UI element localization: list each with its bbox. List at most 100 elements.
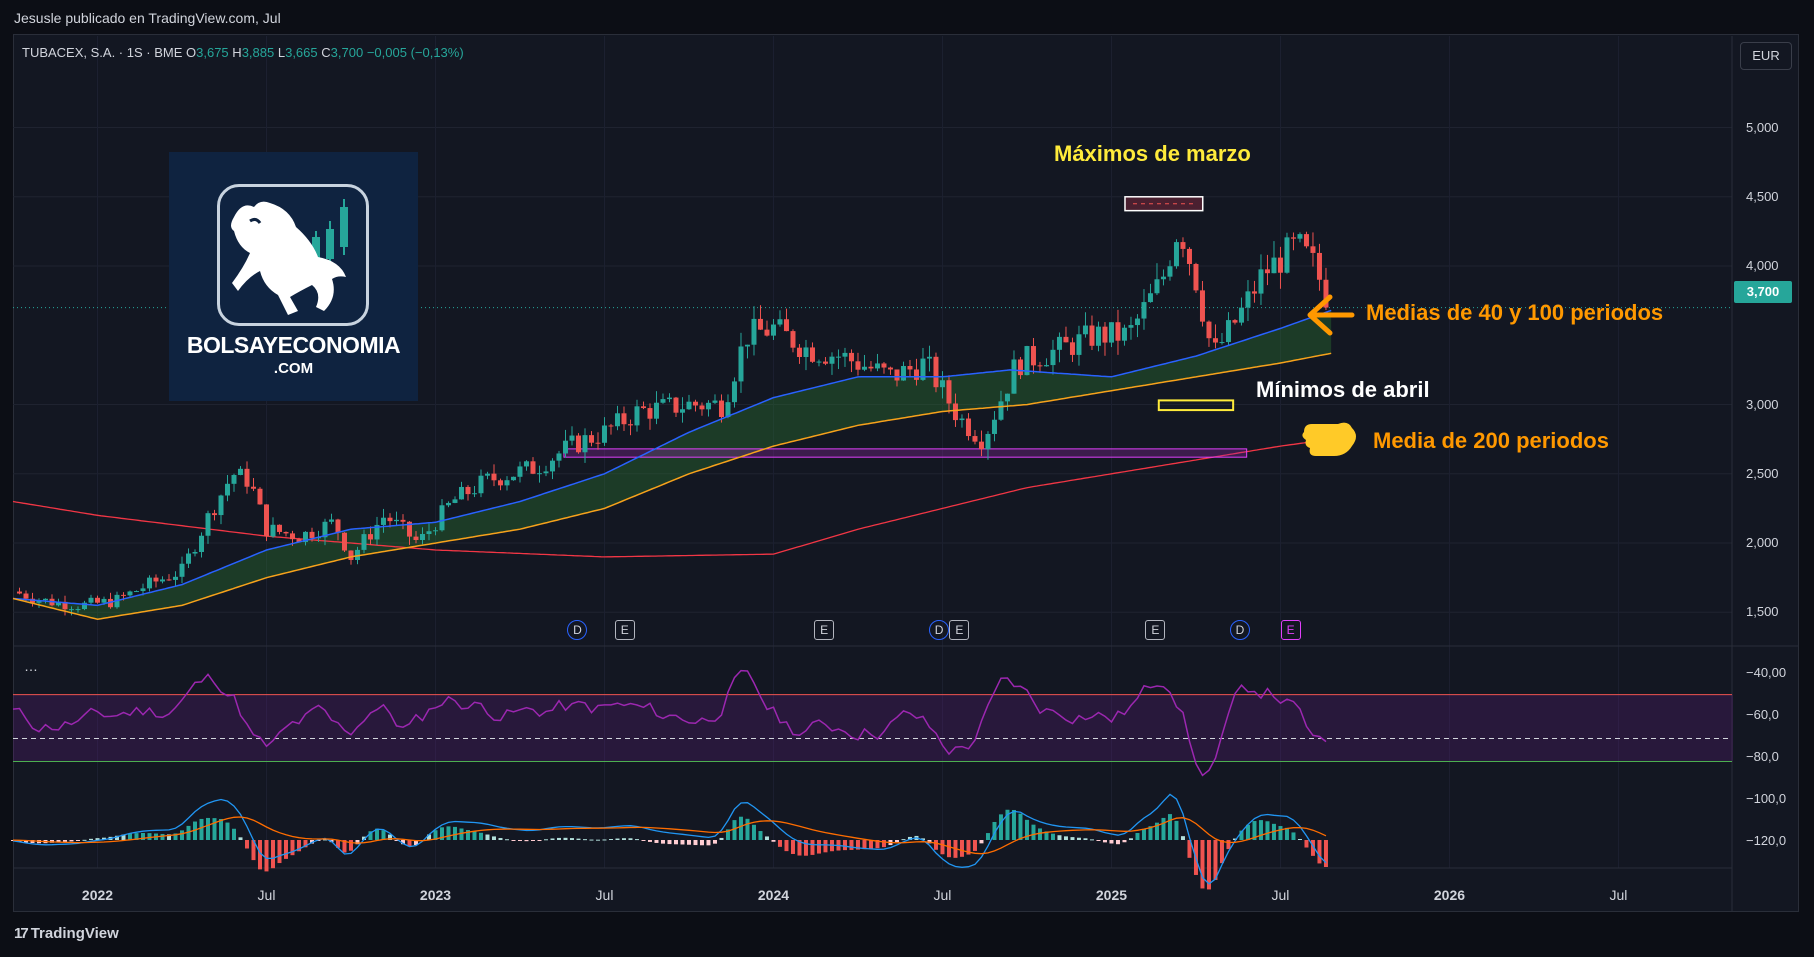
time-tick-label: Jul — [1271, 887, 1290, 903]
candle-body — [894, 369, 900, 381]
high-value: 3,885 — [241, 45, 275, 60]
candle-body — [1160, 276, 1166, 280]
candle-body — [426, 531, 432, 535]
logo-text-domain: .COM — [273, 360, 314, 377]
histogram-bar — [654, 840, 659, 843]
candle-body — [1219, 342, 1225, 344]
candle-body — [1076, 334, 1082, 355]
histogram-bar — [485, 834, 490, 840]
histogram-bar — [491, 836, 496, 840]
dividend-marker[interactable]: D — [1229, 620, 1250, 640]
candle-body — [757, 318, 763, 330]
histogram-bar — [1219, 840, 1224, 864]
annotation-ma-40-100: Medias de 40 y 100 periodos — [1366, 300, 1664, 325]
histogram-bar — [615, 838, 620, 840]
candle-body — [133, 591, 139, 593]
candle-body — [309, 531, 315, 539]
histogram-bar — [738, 816, 743, 840]
time-tick-label: 2025 — [1095, 887, 1128, 903]
candle-body — [387, 517, 393, 522]
histogram-bar — [1200, 840, 1205, 889]
histogram-bar — [699, 840, 704, 846]
candle-body — [23, 593, 29, 599]
support-zone-rect — [563, 448, 1248, 458]
candle-body — [42, 598, 48, 601]
histogram-bar — [816, 840, 821, 854]
candle-body — [1095, 326, 1101, 346]
candle-body — [1212, 338, 1218, 343]
histogram-bar — [62, 840, 67, 842]
candle-body — [809, 347, 815, 362]
histogram-bar — [998, 814, 1003, 840]
candle-body — [244, 468, 250, 487]
histogram-bar — [212, 818, 217, 840]
candle-body — [478, 475, 484, 494]
candle-body — [250, 486, 256, 489]
candle-body — [439, 505, 445, 531]
candle-body — [465, 486, 471, 495]
candle-body — [621, 413, 627, 425]
histogram-bar — [576, 838, 581, 840]
candle-body — [1069, 342, 1075, 355]
histogram-bar — [290, 840, 295, 856]
currency-button[interactable]: EUR — [1740, 42, 1792, 70]
price-tick-label: 1,500 — [1746, 604, 1779, 620]
earnings-marker[interactable]: E — [1280, 620, 1301, 640]
candle-body — [783, 319, 789, 332]
histogram-bar — [82, 839, 87, 841]
candle-body — [1108, 322, 1114, 343]
time-tick-label: 2022 — [81, 887, 114, 903]
candle-body — [1043, 365, 1049, 367]
time-tick-label: 2023 — [419, 887, 452, 903]
candle-body — [816, 361, 822, 363]
candle-body — [549, 460, 555, 472]
candle-body — [874, 363, 880, 369]
earnings-marker[interactable]: E — [949, 620, 970, 640]
histogram-bar — [498, 838, 503, 840]
candle-body — [1271, 257, 1277, 274]
histogram-bar — [712, 840, 717, 844]
price-tick-label: 5,000 — [1746, 119, 1779, 135]
candle-body — [1180, 242, 1186, 249]
candle-body — [484, 473, 490, 476]
histogram-bar — [589, 839, 594, 841]
candle-body — [471, 493, 477, 495]
histogram-bar — [771, 840, 776, 842]
candle-body — [952, 403, 958, 421]
candle-body — [985, 433, 991, 450]
indicator-menu-icon[interactable]: … — [24, 658, 38, 674]
histogram-bar — [1089, 839, 1094, 841]
earnings-marker[interactable]: E — [614, 620, 635, 640]
histogram-bar — [582, 839, 587, 841]
candle-body — [1102, 326, 1108, 343]
candle-body — [1004, 393, 1010, 402]
histogram-bar — [764, 836, 769, 840]
earnings-marker[interactable]: E — [814, 620, 835, 640]
price-tick-label: 4,000 — [1746, 258, 1779, 274]
candle-body — [504, 480, 510, 486]
candle-body — [263, 504, 269, 537]
histogram-bar — [550, 838, 555, 840]
candle-body — [829, 356, 835, 364]
histogram-bar — [1284, 827, 1289, 840]
candle-body — [270, 524, 276, 537]
tradingview-brand[interactable]: 17 TradingView — [14, 925, 119, 942]
earnings-marker[interactable]: E — [1145, 620, 1166, 640]
histogram-bar — [660, 840, 665, 844]
candle-body — [848, 352, 854, 362]
chart-canvas[interactable] — [0, 0, 1814, 957]
candle-body — [881, 363, 887, 368]
candle-body — [796, 347, 802, 358]
candle-body — [1167, 266, 1173, 277]
candle-body — [393, 519, 399, 522]
dividend-marker[interactable]: D — [929, 620, 950, 640]
candle-body — [237, 468, 243, 475]
candle-body — [926, 356, 932, 359]
time-tick-label: Jul — [595, 887, 614, 903]
candle-body — [361, 534, 367, 550]
histogram-bar — [1122, 840, 1127, 843]
price-tick-label: 2,500 — [1746, 465, 1779, 481]
histogram-bar — [803, 840, 808, 856]
histogram-bar — [179, 830, 184, 840]
histogram-bar — [147, 833, 152, 840]
